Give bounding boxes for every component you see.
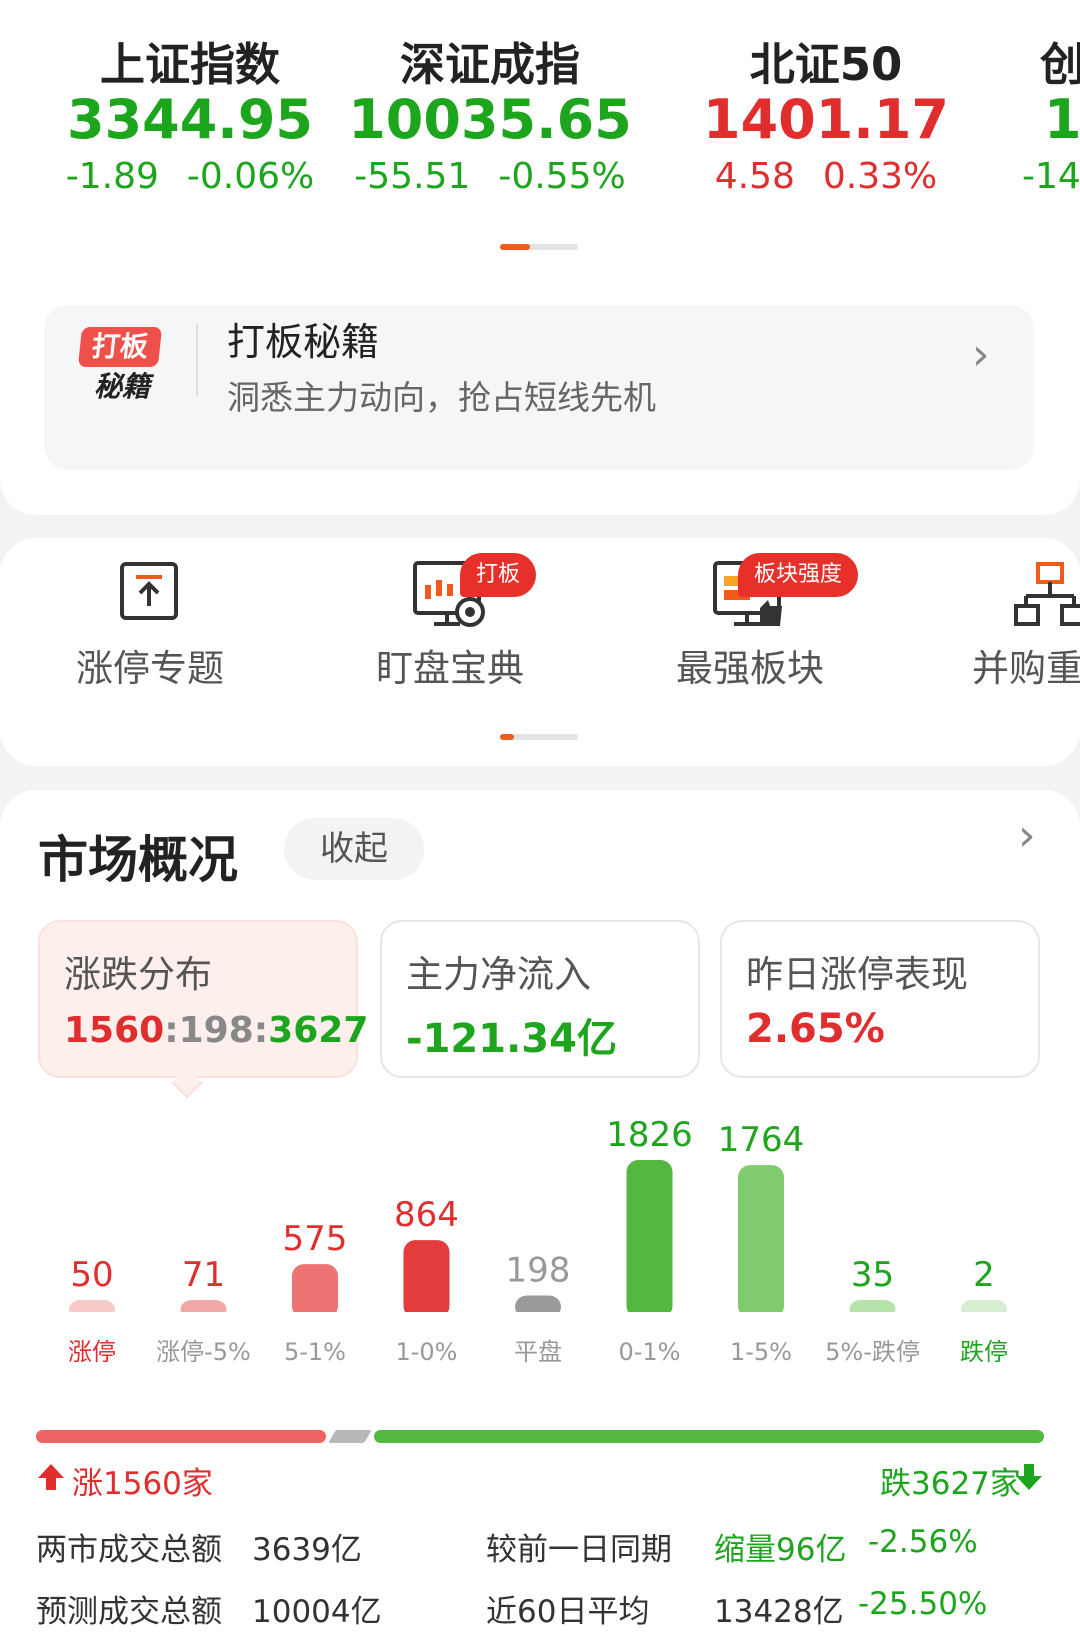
box-label: 涨跌分布	[64, 953, 212, 996]
avg60-label: 近60日平均	[486, 1594, 650, 1630]
bar-category-label: 1-0%	[395, 1338, 457, 1366]
main-net-inflow-box[interactable]: 主力净流入 -121.34亿	[380, 920, 700, 1078]
avg60-pct: -25.50%	[858, 1586, 988, 1622]
box-label: 主力净流入	[406, 953, 591, 996]
compare-value: 缩量96亿	[714, 1532, 847, 1568]
shortcut-label: 并购重	[972, 647, 1080, 690]
bar-value-label: 864	[394, 1195, 459, 1235]
arrow-up-icon	[38, 1464, 64, 1490]
distribution-bar-chart: 50 涨停 71 涨停-5% 575 5-1% 864 1-0% 198 平盘 1826 0-1% 17…	[0, 1115, 1080, 1366]
org-chart-icon	[1014, 562, 1080, 626]
collapse-button[interactable]: 收起	[284, 818, 424, 880]
index-name: 北证50	[749, 38, 903, 91]
box-value: -121.34亿	[406, 1016, 617, 1062]
chevron-right-icon[interactable]: ›	[1018, 810, 1036, 861]
bar-value-label: 1826	[606, 1115, 693, 1155]
chevron-right-icon: ›	[972, 329, 990, 380]
bar-value-label: 1764	[718, 1120, 805, 1160]
bar-value-label: 2	[973, 1255, 995, 1295]
yesterday-limit-up-box[interactable]: 昨日涨停表现 2.65%	[720, 920, 1040, 1078]
section-title: 市场概况	[38, 831, 238, 889]
upload-box-icon	[120, 562, 178, 620]
index-change: -55.51 -0.55%	[354, 156, 626, 197]
bar-category-label: 5-1%	[284, 1338, 346, 1366]
shortcut-watch-guide[interactable]: 打板 盯盘宝典	[300, 538, 600, 766]
index-value: 1401.17	[703, 88, 949, 151]
total-turnover-value: 3639亿	[252, 1532, 362, 1568]
shortcut-label: 最强板块	[676, 647, 824, 690]
shortcut-label: 盯盘宝典	[376, 647, 524, 690]
arrow-down-icon	[1016, 1464, 1042, 1490]
bar-category-label: 5%-跌停	[825, 1338, 920, 1366]
bar-category-label: 跌停	[960, 1338, 1008, 1366]
index-name: 深证成指	[399, 38, 580, 91]
index-value: 10035.65	[348, 88, 632, 151]
bar-value-label: 35	[851, 1255, 894, 1295]
rise-fall-distribution-box[interactable]: 涨跌分布 1560:198:3627	[38, 920, 368, 1078]
ratio-bar-up	[36, 1430, 326, 1443]
shortcut-limit-up-topic[interactable]: 涨停专题	[0, 538, 300, 766]
compare-pct: -2.56%	[868, 1524, 978, 1560]
divider	[196, 323, 198, 397]
shortcut-label: 涨停专题	[76, 647, 224, 690]
bar-value-label: 71	[182, 1255, 225, 1295]
bar-category-label: 平盘	[514, 1338, 562, 1366]
index-change: -1.89 -0.06%	[65, 156, 315, 197]
bar-5	[626, 1160, 673, 1318]
bar-6	[738, 1165, 784, 1318]
index-card: 上证指数 3344.95 -1.89 -0.06% 深证成指 10035.65 -…	[0, 0, 1080, 515]
index-value: 3344.95	[67, 88, 313, 151]
ratio-bar-flat	[328, 1430, 372, 1443]
forecast-turnover-label: 预测成交总额	[36, 1594, 222, 1630]
index-change: -14.	[1022, 156, 1080, 197]
index-value: 19	[1044, 88, 1080, 151]
total-turnover-label: 两市成交总额	[36, 1532, 222, 1568]
bar-category-label: 0-1%	[618, 1338, 680, 1366]
bar-category-label: 涨停-5%	[156, 1338, 251, 1366]
index-name: 创	[1040, 38, 1080, 91]
bar-2	[292, 1264, 338, 1318]
bar-value-label: 50	[70, 1255, 113, 1295]
box-label: 昨日涨停表现	[746, 953, 968, 996]
box-value: 1560:198:3627	[64, 1010, 369, 1051]
shortcut-card: 涨停专题 打板 盯盘宝典 板块强度 最强板块 并购重	[0, 538, 1080, 766]
shortcut-strongest-sector[interactable]: 板块强度 最强板块	[600, 538, 900, 766]
bar-value-label: 198	[506, 1251, 571, 1291]
avg60-value: 13428亿	[714, 1594, 844, 1630]
market-overview-card: 市场概况 收起 › 涨跌分布 1560:198:3627 主力净流入 -121.…	[0, 790, 1080, 1638]
forecast-turnover-value: 10004亿	[252, 1594, 382, 1630]
index-name: 上证指数	[99, 38, 280, 91]
shortcut-badge: 打板	[460, 553, 537, 597]
promo-title: 打板秘籍	[227, 320, 380, 364]
bar-3	[403, 1240, 450, 1318]
index-change: 4.58 0.33%	[714, 156, 938, 197]
promo-subtitle: 洞悉主力动向，抢占短线先机	[227, 378, 656, 417]
shortcut-merger[interactable]: 并购重	[900, 538, 1080, 766]
bar-category-label: 1-5%	[730, 1338, 792, 1366]
promo-logo: 打板 秘籍	[77, 327, 164, 407]
shortcut-badge: 板块强度	[738, 553, 859, 597]
shortcut-pager	[500, 734, 578, 740]
index-pager	[500, 244, 578, 250]
chart-baseline-mask	[0, 1312, 1080, 1320]
up-count: 涨1560家	[72, 1466, 213, 1502]
box-value: 2.65%	[746, 1006, 885, 1052]
bar-category-label: 涨停	[68, 1338, 116, 1366]
down-count: 跌3627家	[880, 1466, 1021, 1502]
promo-banner[interactable]: 打板 秘籍 打板秘籍 洞悉主力动向，抢占短线先机 ›	[44, 305, 1034, 470]
compare-label: 较前一日同期	[486, 1532, 672, 1568]
bar-value-label: 575	[283, 1219, 348, 1259]
ratio-bar-down	[374, 1430, 1044, 1443]
